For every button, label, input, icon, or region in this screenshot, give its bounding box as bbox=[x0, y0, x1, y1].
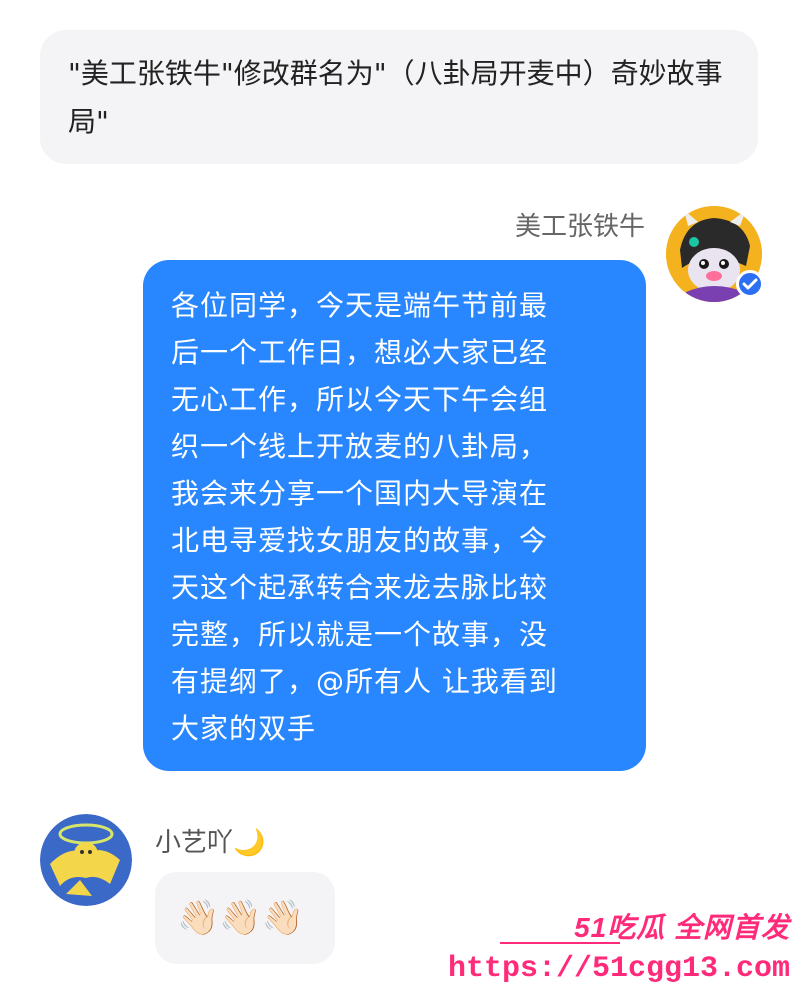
avatar[interactable] bbox=[40, 814, 132, 906]
chat-screen: "美工张铁牛"修改群名为"（八卦局开麦中）奇妙故事局" 美工张铁牛 各位同学，今… bbox=[0, 0, 800, 1003]
waving-hands-emoji: 👋🏻👋🏻👋🏻 bbox=[177, 898, 305, 938]
watermark-brand: 51吃瓜 全网首发 bbox=[574, 912, 790, 943]
check-icon bbox=[742, 278, 758, 290]
verified-badge bbox=[736, 270, 764, 298]
sender-name: 小艺吖🌙 bbox=[155, 828, 266, 858]
sender-name: 美工张铁牛 bbox=[514, 212, 645, 242]
avatar[interactable] bbox=[666, 206, 764, 302]
watermark: 51吃瓜 全网首发 https://51cgg13.com bbox=[448, 906, 800, 1003]
cartoon-figure-icon bbox=[40, 814, 132, 906]
watermark-url: https://51cgg13.com bbox=[447, 952, 790, 986]
incoming-message-bubble[interactable]: 👋🏻👋🏻👋🏻 bbox=[155, 872, 335, 964]
group-rename-notice: "美工张铁牛"修改群名为"（八卦局开麦中）奇妙故事局" bbox=[40, 30, 758, 164]
outgoing-message-bubble[interactable]: 各位同学，今天是端午节前最 后一个工作日，想必大家已经 无心工作，所以今天下午会… bbox=[143, 260, 646, 771]
